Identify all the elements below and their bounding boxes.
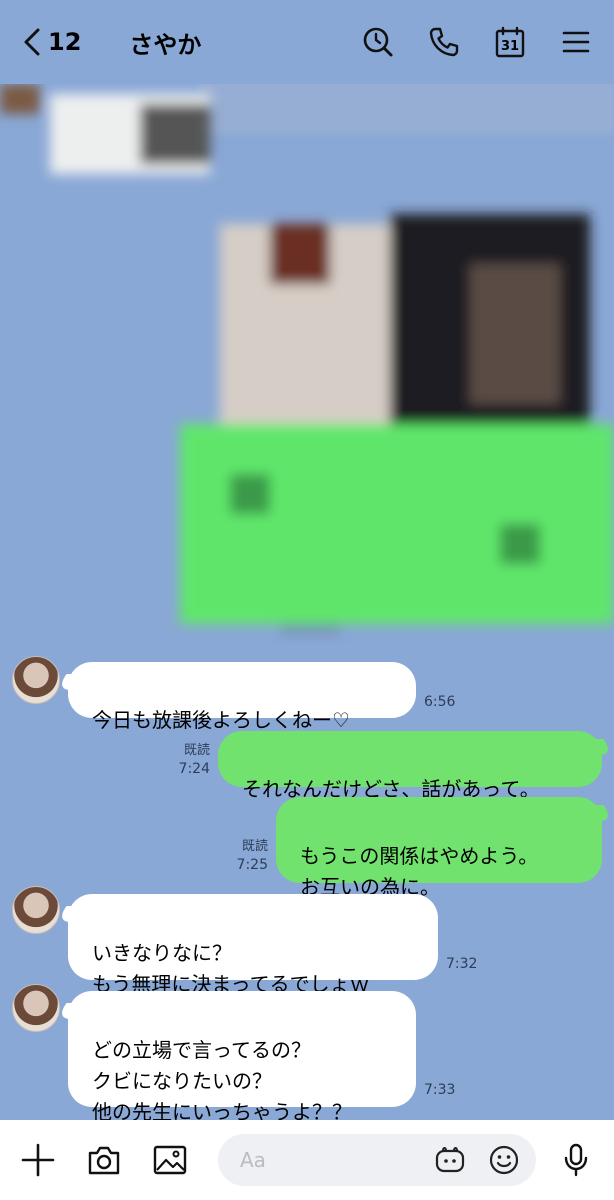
add-button[interactable] xyxy=(20,1142,56,1178)
redacted-image xyxy=(0,84,614,634)
calendar-day: 31 xyxy=(501,39,519,54)
unread-count: 12 xyxy=(48,28,82,56)
avatar[interactable] xyxy=(12,886,60,934)
message-time: 7:24 xyxy=(178,761,210,777)
read-receipt: 既読 7:25 xyxy=(220,838,268,874)
message-input[interactable] xyxy=(240,1148,430,1172)
search-button[interactable] xyxy=(362,26,394,58)
image-icon xyxy=(153,1145,187,1175)
camera-button[interactable] xyxy=(86,1142,122,1178)
search-icon xyxy=(363,27,393,57)
message-bubble-received[interactable]: 今日も放課後よろしくねー♡ xyxy=(68,662,416,732)
message-bubble-sent[interactable]: もうこの関係はやめよう。 お互いの為に。 xyxy=(276,797,602,899)
call-button[interactable] xyxy=(428,26,460,58)
read-receipt: 既読 7:24 xyxy=(162,742,210,778)
message-text: 今日も放課後よろしくねー♡ xyxy=(92,708,350,732)
sticker-button[interactable] xyxy=(434,1144,466,1176)
avatar[interactable] xyxy=(12,656,60,704)
chevron-left-icon xyxy=(24,28,40,56)
phone-icon xyxy=(429,27,459,57)
read-label: 既読 xyxy=(183,743,210,758)
message-text: いきなりなに？ もう無理に決まってるでしょｗ xyxy=(92,941,370,996)
read-label: 既読 xyxy=(241,839,268,854)
message-bubble-received[interactable]: いきなりなに？ もう無理に決まってるでしょｗ xyxy=(68,894,438,996)
message-compose xyxy=(218,1134,536,1186)
message-text: どの立場で言ってるの？ クビになりたいの？ 他の先生にいっちゃうよ？？ xyxy=(92,1038,352,1124)
avatar[interactable] xyxy=(12,984,60,1032)
message-time: 6:56 xyxy=(424,694,456,710)
voice-button[interactable] xyxy=(558,1142,594,1178)
emoji-icon xyxy=(489,1145,519,1175)
sticker-icon xyxy=(435,1147,465,1173)
calendar-icon: 31 xyxy=(495,26,525,58)
plus-icon xyxy=(21,1143,55,1177)
back-button[interactable]: 12 xyxy=(22,27,81,57)
input-bar xyxy=(0,1120,614,1200)
message-bubble-sent[interactable]: それなんだけどさ、話があって。 xyxy=(218,731,602,801)
message-time: 7:25 xyxy=(236,857,268,873)
menu-icon xyxy=(562,31,590,53)
mic-icon xyxy=(564,1143,588,1177)
contact-name: さやか xyxy=(129,30,202,59)
message-bubble-received[interactable]: どの立場で言ってるの？ クビになりたいの？ 他の先生にいっちゃうよ？？ xyxy=(68,991,416,1124)
message-text: もうこの関係はやめよう。 お互いの為に。 xyxy=(300,844,539,899)
camera-icon xyxy=(88,1146,120,1175)
message-time: 7:32 xyxy=(446,956,478,972)
emoji-button[interactable] xyxy=(488,1144,520,1176)
image-button[interactable] xyxy=(152,1142,188,1178)
calendar-button[interactable]: 31 xyxy=(494,26,526,58)
menu-button[interactable] xyxy=(560,26,592,58)
message-time: 7:33 xyxy=(424,1082,456,1098)
chat-header: 12 さやか 31 xyxy=(0,0,614,84)
